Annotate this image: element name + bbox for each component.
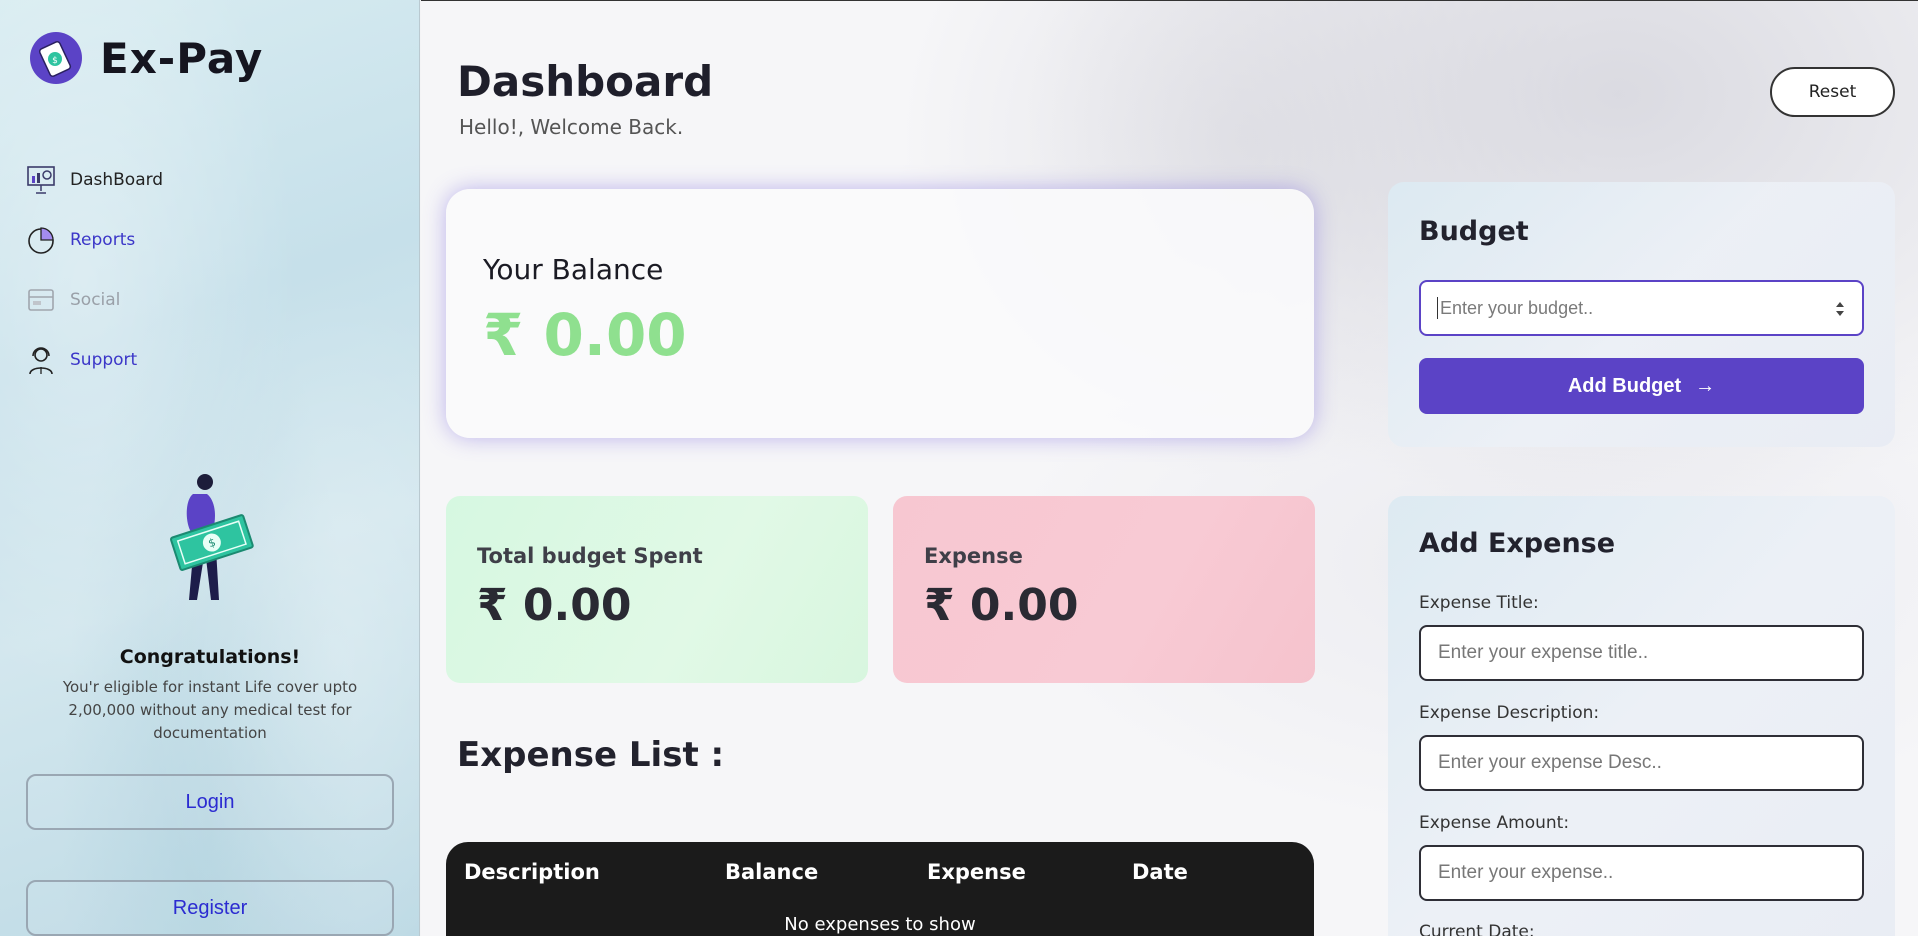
empty-state-text: No expenses to show xyxy=(784,914,976,935)
expense-title-label: Expense Title: xyxy=(1419,593,1539,613)
support-agent-icon xyxy=(26,345,56,375)
add-expense-panel: Add Expense Expense Title: Enter your ex… xyxy=(1388,496,1895,936)
expense-value: ₹ 0.00 xyxy=(924,580,1079,631)
pie-chart-icon xyxy=(26,225,56,255)
expense-table: Description Balance Expense Date No expe… xyxy=(446,842,1314,936)
number-spinner-icon[interactable] xyxy=(1834,299,1846,319)
text-caret xyxy=(1437,297,1438,319)
expense-amount-label: Expense Amount: xyxy=(1419,813,1570,833)
sidebar-item-label: Reports xyxy=(70,230,136,250)
sidebar: $ Ex-Pay DashBoard Reports Social Suppor… xyxy=(0,0,420,936)
budget-spent-value: ₹ 0.00 xyxy=(477,580,632,631)
budget-panel: Budget Enter your budget.. Add Budget → xyxy=(1388,182,1895,447)
column-header-expense: Expense xyxy=(927,860,1026,884)
sidebar-item-support[interactable]: Support xyxy=(26,330,163,390)
sidebar-item-reports[interactable]: Reports xyxy=(26,210,163,270)
add-expense-title: Add Expense xyxy=(1419,528,1616,559)
expense-title-placeholder: Enter your expense title.. xyxy=(1438,642,1649,663)
sidebar-item-label: DashBoard xyxy=(70,170,164,190)
promo-section: $ Congratulations! You'r eligible for in… xyxy=(0,470,419,745)
expense-amount-placeholder: Enter your expense.. xyxy=(1438,862,1614,883)
current-date-label: Current Date: xyxy=(1419,922,1535,936)
expense-title-input[interactable]: Enter your expense title.. xyxy=(1419,625,1864,681)
brand-name: Ex-Pay xyxy=(100,33,264,83)
promo-title: Congratulations! xyxy=(119,646,301,668)
balance-value: ₹ 0.00 xyxy=(483,301,687,369)
person-holding-money-illustration: $ xyxy=(155,470,265,610)
add-budget-button[interactable]: Add Budget → xyxy=(1419,358,1864,414)
register-button[interactable]: Register xyxy=(26,880,394,936)
page-subtitle: Hello!, Welcome Back. xyxy=(459,115,684,139)
column-header-balance: Balance xyxy=(725,860,819,884)
arrow-right-icon: → xyxy=(1695,374,1716,397)
expense-description-label: Expense Description: xyxy=(1419,703,1600,723)
brand[interactable]: $ Ex-Pay xyxy=(30,32,263,84)
add-budget-label: Add Budget xyxy=(1567,374,1682,397)
column-header-description: Description xyxy=(464,860,600,884)
budget-panel-title: Budget xyxy=(1419,216,1529,247)
sidebar-item-social[interactable]: Social xyxy=(26,270,163,330)
column-header-date: Date xyxy=(1132,860,1188,884)
sidebar-item-label: Support xyxy=(70,350,138,370)
main-content: Dashboard Hello!, Welcome Back. Reset Yo… xyxy=(421,0,1918,936)
balance-card: Your Balance ₹ 0.00 xyxy=(446,189,1314,438)
sidebar-item-label: Social xyxy=(70,290,121,310)
app-logo-icon: $ xyxy=(30,32,82,84)
expense-label: Expense xyxy=(924,544,1023,568)
promo-text: You'r eligible for instant Life cover up… xyxy=(62,678,358,742)
expense-amount-input[interactable]: Enter your expense.. xyxy=(1419,845,1864,901)
sidebar-nav: DashBoard Reports Social Support xyxy=(26,150,163,390)
sidebar-item-dashboard[interactable]: DashBoard xyxy=(26,150,163,210)
expense-list-title: Expense List : xyxy=(457,735,725,775)
page-title: Dashboard xyxy=(457,57,714,106)
card-icon xyxy=(26,285,56,315)
svg-text:$: $ xyxy=(52,56,58,66)
budget-input-placeholder: Enter your budget.. xyxy=(1440,297,1594,318)
reset-button[interactable]: Reset xyxy=(1770,67,1895,117)
budget-input[interactable]: Enter your budget.. xyxy=(1419,280,1864,336)
balance-label: Your Balance xyxy=(483,253,664,286)
expense-description-placeholder: Enter your expense Desc.. xyxy=(1438,752,1662,773)
expense-description-input[interactable]: Enter your expense Desc.. xyxy=(1419,735,1864,791)
expense-card: Expense ₹ 0.00 xyxy=(893,496,1315,683)
budget-spent-card: Total budget Spent ₹ 0.00 xyxy=(446,496,868,683)
presentation-chart-icon xyxy=(26,165,56,195)
budget-spent-label: Total budget Spent xyxy=(477,544,703,568)
login-button[interactable]: Login xyxy=(26,774,394,830)
